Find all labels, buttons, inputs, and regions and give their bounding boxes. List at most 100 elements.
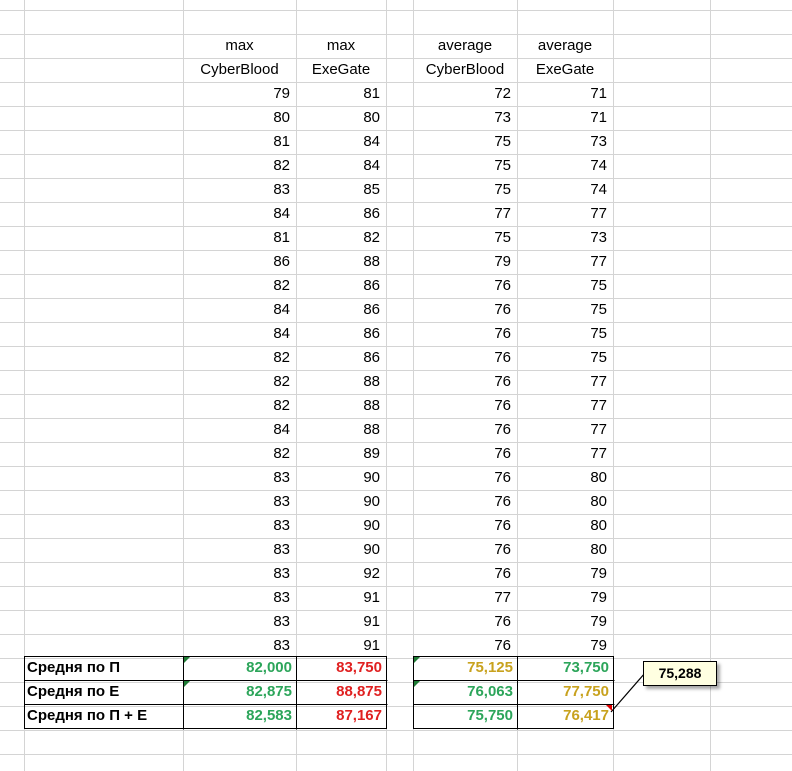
table-cell[interactable]: 88 [296,250,386,274]
table-cell[interactable]: 80 [517,466,613,490]
table-cell[interactable]: 74 [517,154,613,178]
header-average-cyberblood-line1[interactable]: average [413,34,517,58]
table-cell[interactable]: 73 [517,130,613,154]
table-cell[interactable]: 85 [296,178,386,202]
comment-callout[interactable]: 75,288 [643,661,717,686]
table-cell[interactable]: 80 [517,514,613,538]
table-cell[interactable]: 90 [296,514,386,538]
table-cell[interactable]: 81 [296,82,386,106]
spreadsheet-grid[interactable]: max CyberBlood max ExeGate average Cyber… [0,0,792,771]
header-max-cyberblood-line1[interactable]: max [183,34,296,58]
table-cell[interactable]: 79 [517,610,613,634]
table-cell[interactable]: 83 [183,634,296,658]
table-cell[interactable]: 77 [517,394,613,418]
table-cell[interactable]: 90 [296,466,386,490]
table-cell[interactable]: 75 [517,346,613,370]
header-max-exegate-line1[interactable]: max [296,34,386,58]
table-cell[interactable]: 77 [517,442,613,466]
table-cell[interactable]: 75 [517,298,613,322]
table-cell[interactable]: 81 [183,130,296,154]
table-cell[interactable]: 79 [413,250,517,274]
table-cell[interactable]: 77 [413,586,517,610]
table-cell[interactable]: 91 [296,610,386,634]
table-cell[interactable]: 75 [413,226,517,250]
comment-indicator[interactable] [606,705,612,711]
table-cell[interactable]: 79 [517,586,613,610]
table-cell[interactable]: 83 [183,514,296,538]
table-cell[interactable]: 76 [413,562,517,586]
table-cell[interactable]: 83 [183,562,296,586]
table-cell[interactable]: 73 [517,226,613,250]
header-average-exegate-line1[interactable]: average [517,34,613,58]
table-cell[interactable]: 76 [413,514,517,538]
table-cell[interactable]: 84 [183,322,296,346]
table-cell[interactable]: 71 [517,82,613,106]
table-cell[interactable]: 92 [296,562,386,586]
table-cell[interactable]: 84 [296,130,386,154]
table-cell[interactable]: 82 [183,346,296,370]
table-cell[interactable]: 89 [296,442,386,466]
table-cell[interactable]: 88 [296,394,386,418]
table-cell[interactable]: 76 [413,418,517,442]
table-cell[interactable]: 77 [517,370,613,394]
table-cell[interactable]: 76 [413,394,517,418]
table-cell[interactable]: 80 [183,106,296,130]
table-cell[interactable]: 86 [296,346,386,370]
header-average-cyberblood-line2[interactable]: CyberBlood [413,58,517,82]
table-cell[interactable]: 73 [413,106,517,130]
table-cell[interactable]: 86 [296,322,386,346]
table-cell[interactable]: 76 [413,634,517,658]
table-cell[interactable]: 75 [517,274,613,298]
table-cell[interactable]: 90 [296,490,386,514]
table-cell[interactable]: 84 [296,154,386,178]
table-cell[interactable]: 71 [517,106,613,130]
table-cell[interactable]: 76 [413,370,517,394]
table-cell[interactable]: 76 [413,322,517,346]
table-cell[interactable]: 83 [183,178,296,202]
table-cell[interactable]: 80 [517,490,613,514]
table-cell[interactable]: 75 [413,130,517,154]
table-cell[interactable]: 77 [517,250,613,274]
table-cell[interactable]: 86 [296,202,386,226]
table-cell[interactable]: 83 [183,586,296,610]
table-cell[interactable]: 90 [296,538,386,562]
header-average-exegate-line2[interactable]: ExeGate [517,58,613,82]
table-cell[interactable]: 83 [183,538,296,562]
table-cell[interactable]: 79 [517,634,613,658]
table-cell[interactable]: 77 [517,202,613,226]
table-cell[interactable]: 75 [517,322,613,346]
table-cell[interactable]: 76 [413,274,517,298]
table-cell[interactable]: 82 [183,442,296,466]
table-cell[interactable]: 80 [517,538,613,562]
table-cell[interactable]: 76 [413,610,517,634]
table-cell[interactable]: 86 [296,298,386,322]
table-cell[interactable]: 83 [183,490,296,514]
table-cell[interactable]: 77 [517,418,613,442]
table-cell[interactable]: 75 [413,178,517,202]
table-cell[interactable]: 82 [183,154,296,178]
table-cell[interactable]: 76 [413,298,517,322]
table-cell[interactable]: 82 [296,226,386,250]
table-cell[interactable]: 72 [413,82,517,106]
table-cell[interactable]: 74 [517,178,613,202]
table-cell[interactable]: 84 [183,202,296,226]
table-cell[interactable]: 84 [183,298,296,322]
table-cell[interactable]: 76 [413,466,517,490]
table-cell[interactable]: 86 [183,250,296,274]
table-cell[interactable]: 79 [517,562,613,586]
table-cell[interactable]: 88 [296,418,386,442]
table-cell[interactable]: 76 [413,490,517,514]
table-cell[interactable]: 76 [413,346,517,370]
table-cell[interactable]: 91 [296,634,386,658]
table-cell[interactable]: 79 [183,82,296,106]
table-cell[interactable]: 86 [296,274,386,298]
table-cell[interactable]: 91 [296,586,386,610]
table-cell[interactable]: 82 [183,274,296,298]
table-cell[interactable]: 88 [296,370,386,394]
header-max-cyberblood-line2[interactable]: CyberBlood [183,58,296,82]
table-cell[interactable]: 76 [413,538,517,562]
table-cell[interactable]: 77 [413,202,517,226]
table-cell[interactable]: 80 [296,106,386,130]
table-cell[interactable]: 76 [413,442,517,466]
table-cell[interactable]: 82 [183,370,296,394]
